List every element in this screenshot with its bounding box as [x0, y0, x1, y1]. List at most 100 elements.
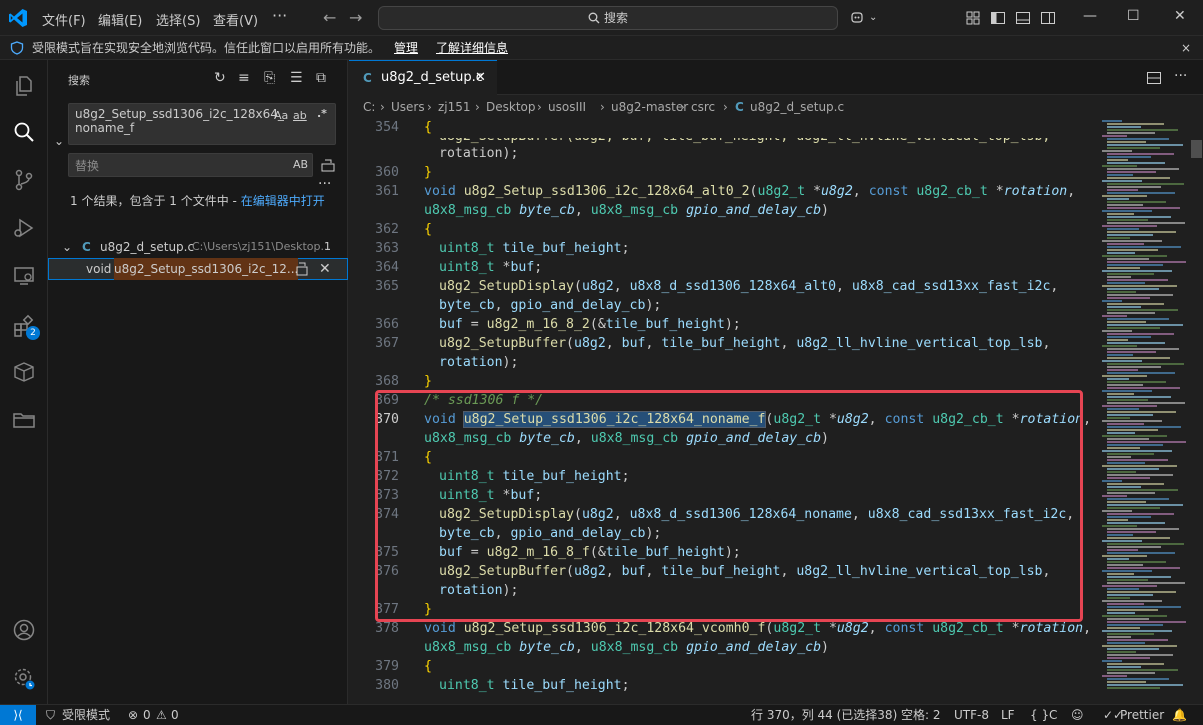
- breadcrumb-item[interactable]: u8g2-master: [611, 96, 688, 118]
- menu-file[interactable]: 文件(F): [42, 10, 86, 29]
- minimap-line: [1107, 159, 1128, 161]
- search-results-summary: 1 个结果，包含于 1 个文件中 - 在编辑器中打开: [70, 192, 330, 210]
- tab-label: u8g2_d_setup.c: [381, 70, 483, 85]
- forward-arrow-icon[interactable]: →: [349, 8, 362, 27]
- command-center-search[interactable]: 搜索: [378, 6, 838, 30]
- banner-close-icon[interactable]: ×: [1181, 36, 1191, 60]
- minimap-line: [1107, 252, 1135, 254]
- prettier-status[interactable]: Prettier: [1120, 705, 1164, 725]
- new-search-editor-icon[interactable]: ⎘: [264, 70, 275, 86]
- indentation[interactable]: 空格: 2: [901, 705, 941, 725]
- clear-results-icon[interactable]: ≡: [238, 70, 250, 86]
- cursor-position[interactable]: 行 370，列 44 (已选择38): [751, 705, 897, 725]
- scrollbar-thumb[interactable]: [1191, 140, 1202, 158]
- more-menu-button[interactable]: ···: [272, 6, 287, 25]
- minimap-line: [1102, 630, 1172, 632]
- breadcrumb-item[interactable]: Desktop: [486, 96, 536, 118]
- match-whole-word-toggle[interactable]: ab: [293, 109, 307, 122]
- language-mode[interactable]: C: [1049, 705, 1057, 725]
- search-input-line1: u8g2_Setup_ssd1306_i2c_128x64_: [75, 107, 284, 121]
- result-file-row[interactable]: ⌄ C u8g2_d_setup.c C:\Users\zj151\Deskto…: [48, 236, 348, 258]
- tab-u8g2-d-setup[interactable]: C u8g2_d_setup.c ✕: [349, 60, 497, 95]
- result-match-row[interactable]: void u8g2_Setup_ssd1306_i2c_12... ✕: [48, 258, 348, 280]
- toggle-secondary-sidebar-icon[interactable]: [1040, 10, 1056, 26]
- split-editor-icon[interactable]: [1146, 70, 1162, 86]
- notifications-icon[interactable]: 🔔: [1172, 705, 1187, 725]
- code-line: {: [424, 120, 432, 135]
- minimap-line: [1107, 642, 1145, 644]
- minimap-line: [1107, 312, 1155, 314]
- copilot-status-icon[interactable]: ☺: [1071, 705, 1084, 725]
- minimap-line: [1107, 372, 1175, 374]
- minimap-line: [1107, 528, 1179, 530]
- breadcrumb-item[interactable]: zj151: [438, 96, 471, 118]
- open-in-editor-link[interactable]: 在编辑器中打开: [241, 194, 325, 208]
- use-regex-toggle[interactable]: .*: [317, 107, 327, 120]
- toggle-panel-icon[interactable]: [1015, 10, 1031, 26]
- manage-link[interactable]: 管理: [394, 36, 418, 60]
- menu-edit[interactable]: 编辑(E): [98, 10, 142, 29]
- extensions-badge: 2: [26, 326, 40, 340]
- view-as-tree-icon[interactable]: ☰: [290, 70, 303, 86]
- explorer-icon[interactable]: [12, 74, 36, 98]
- warning-count[interactable]: 0: [171, 705, 179, 725]
- replace-input[interactable]: 替换: [68, 153, 313, 177]
- vertical-scrollbar[interactable]: [1190, 118, 1203, 704]
- minimap-line: [1107, 453, 1154, 455]
- breadcrumb-separator: ›: [380, 100, 385, 114]
- menu-view[interactable]: 查看(V): [213, 10, 258, 29]
- copilot-icon[interactable]: [849, 10, 865, 26]
- minimap-line: [1107, 618, 1149, 620]
- match-case-toggle[interactable]: Aa: [274, 109, 288, 122]
- replace-match-icon[interactable]: [295, 262, 309, 276]
- tab-close-icon[interactable]: ✕: [475, 61, 486, 95]
- copilot-chevron-icon[interactable]: ⌄: [869, 12, 877, 23]
- minimap-line: [1107, 558, 1129, 560]
- toggle-replace-chevron-icon[interactable]: ⌄: [54, 134, 64, 148]
- minimap-line: [1107, 669, 1178, 671]
- manage-gear-icon[interactable]: [12, 666, 36, 690]
- breadcrumb-item[interactable]: csrc: [691, 96, 715, 118]
- menu-selection[interactable]: 选择(S): [156, 10, 200, 29]
- back-arrow-icon[interactable]: ←: [323, 8, 336, 27]
- breadcrumb-item[interactable]: u8g2_d_setup.c: [750, 96, 844, 118]
- remote-explorer-icon[interactable]: [12, 264, 36, 288]
- customize-layout-icon[interactable]: [965, 10, 981, 26]
- status-bar: ⟩⟨ ⛉ 受限模式 ⊗ 0 ⚠ 0 行 370，列 44 (已选择38) 空格:…: [0, 704, 1203, 725]
- refresh-icon[interactable]: ↻: [214, 70, 226, 86]
- minimap-line: [1107, 306, 1141, 308]
- end-of-line[interactable]: LF: [1001, 705, 1015, 725]
- breadcrumb-item[interactable]: Users: [391, 96, 425, 118]
- account-icon[interactable]: [12, 618, 36, 642]
- learn-more-link[interactable]: 了解详细信息: [436, 36, 508, 60]
- preserve-case-toggle[interactable]: AB: [293, 158, 308, 171]
- encoding[interactable]: UTF-8: [954, 705, 989, 725]
- restricted-mode-status[interactable]: 受限模式: [62, 705, 110, 725]
- error-count[interactable]: 0: [143, 705, 151, 725]
- toggle-primary-sidebar-icon[interactable]: [990, 10, 1006, 26]
- file-expand-chevron-icon[interactable]: ⌄: [62, 236, 72, 258]
- remote-indicator[interactable]: ⟩⟨: [0, 705, 36, 725]
- replace-all-icon[interactable]: [320, 157, 336, 173]
- minimap-line: [1107, 678, 1169, 680]
- package-box-icon[interactable]: [12, 360, 36, 384]
- run-debug-icon[interactable]: [12, 216, 36, 240]
- minimap[interactable]: [1100, 118, 1190, 704]
- minimap-line: [1107, 456, 1131, 458]
- editor-more-actions-icon[interactable]: ···: [1174, 68, 1187, 84]
- source-control-icon[interactable]: [12, 168, 36, 192]
- minimize-icon[interactable]: —: [1083, 8, 1097, 24]
- minimap-line: [1107, 291, 1136, 293]
- folder-icon[interactable]: [12, 408, 36, 432]
- search-view-icon[interactable]: [12, 120, 36, 144]
- search-sidebar: 搜索 ↻ ≡ ⎘ ☰ ⧉ ⌄ u8g2_Setup_ssd1306_i2c_12…: [48, 60, 348, 704]
- maximize-icon[interactable]: ☐: [1127, 8, 1140, 24]
- minimap-line: [1102, 675, 1127, 677]
- breadcrumb-item[interactable]: C:: [363, 96, 375, 118]
- collapse-all-icon[interactable]: ⧉: [316, 70, 326, 86]
- toggle-details-icon[interactable]: ···: [318, 176, 331, 192]
- minimap-line: [1107, 444, 1163, 446]
- dismiss-match-icon[interactable]: ✕: [319, 258, 331, 280]
- close-window-icon[interactable]: ✕: [1174, 8, 1186, 24]
- breadcrumb-item[interactable]: usosIII: [548, 96, 586, 118]
